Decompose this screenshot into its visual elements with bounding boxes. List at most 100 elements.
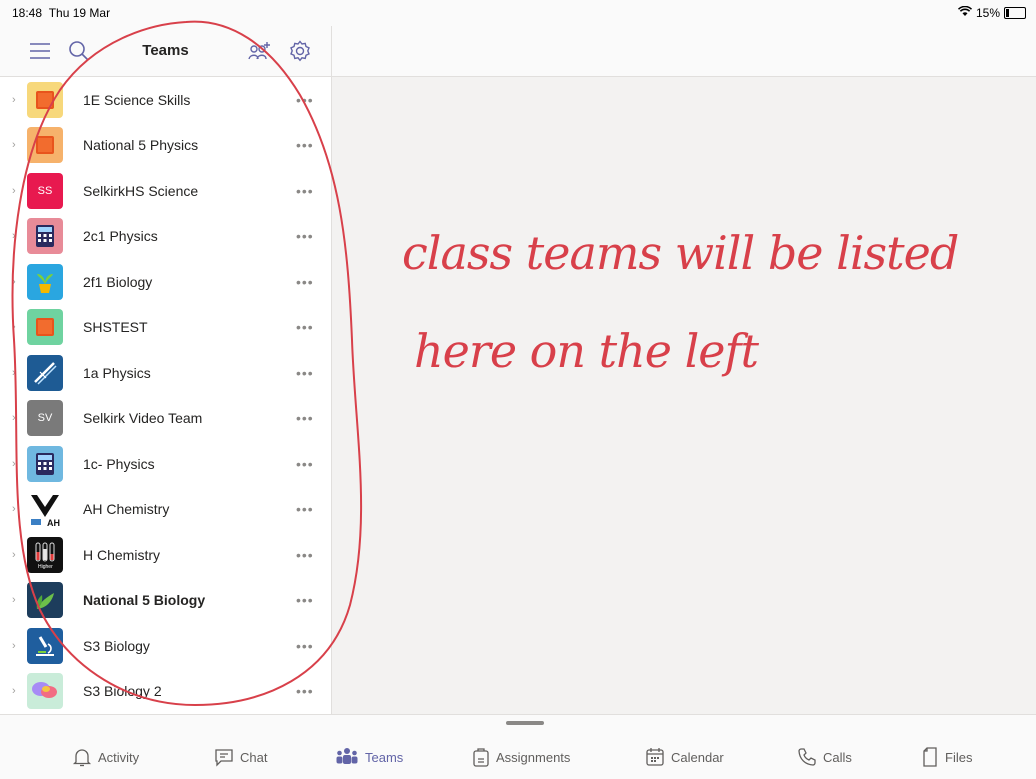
more-options-icon[interactable]: •••: [296, 365, 314, 381]
team-row[interactable]: › SS SelkirkHS Science •••: [0, 168, 331, 214]
more-options-icon[interactable]: •••: [296, 319, 314, 335]
team-row[interactable]: › 2c1 Physics •••: [0, 214, 331, 260]
team-row[interactable]: › 1E Science Skills •••: [0, 77, 331, 123]
settings-gear-icon[interactable]: [287, 38, 313, 64]
nav-label: Calls: [823, 749, 852, 765]
ruler-icon: [32, 360, 58, 386]
annotation-line-2: here on the left: [414, 324, 759, 378]
nav-calls[interactable]: Calls: [797, 747, 852, 767]
nav-label: Chat: [240, 749, 268, 765]
team-row[interactable]: › AH AH Chemistry •••: [0, 487, 331, 533]
chemistry-logo-icon: AH: [27, 491, 63, 527]
team-row[interactable]: › S3 Biology •••: [0, 623, 331, 669]
status-right: 15%: [957, 5, 1026, 20]
chevron-right-icon[interactable]: ›: [12, 549, 16, 561]
team-name: 2f1 Biology: [83, 273, 153, 290]
orange-square-icon: [35, 135, 55, 155]
bottom-navigation: Activity Chat Teams Assignments Calendar Call…: [0, 714, 1036, 779]
team-avatar: Higher: [27, 536, 63, 573]
assignments-icon: [472, 747, 490, 767]
nav-teams[interactable]: Teams: [335, 747, 403, 767]
team-name: AH Chemistry: [83, 501, 170, 518]
annotation-line-1: class teams will be listed: [402, 226, 959, 280]
chevron-right-icon[interactable]: ›: [12, 139, 16, 151]
nav-assignments[interactable]: Assignments: [472, 747, 570, 767]
nav-files[interactable]: Files: [921, 747, 972, 767]
team-avatar: SS: [27, 172, 63, 209]
nav-chat[interactable]: Chat: [214, 747, 267, 767]
team-avatar: AH: [27, 491, 63, 528]
team-row[interactable]: › 2f1 Biology •••: [0, 259, 331, 305]
chevron-right-icon[interactable]: ›: [12, 594, 16, 606]
more-options-icon[interactable]: •••: [296, 501, 314, 517]
chevron-right-icon[interactable]: ›: [12, 321, 16, 333]
team-row[interactable]: › SV Selkirk Video Team •••: [0, 396, 331, 442]
drag-handle[interactable]: [506, 721, 544, 725]
page-title: Teams: [142, 42, 189, 59]
team-list: › 1E Science Skills ••• › National 5 Physics…: [0, 77, 331, 714]
test-tubes-icon: Higher: [30, 540, 60, 570]
team-name: 1E Science Skills: [83, 91, 191, 108]
nav-activity[interactable]: Activity: [72, 747, 139, 767]
chevron-right-icon[interactable]: ›: [12, 458, 16, 470]
team-name: 1c- Physics: [83, 455, 155, 472]
chevron-right-icon[interactable]: ›: [12, 503, 16, 515]
calendar-icon: [645, 747, 665, 767]
teams-pane: Teams › 1E Science Skills ••• › National 5 P…: [0, 26, 332, 714]
content-header: [332, 26, 1036, 77]
chevron-right-icon[interactable]: ›: [12, 412, 16, 424]
more-options-icon[interactable]: •••: [296, 683, 314, 699]
more-options-icon[interactable]: •••: [296, 274, 314, 290]
chevron-right-icon[interactable]: ›: [12, 276, 16, 288]
team-avatar: [27, 263, 63, 300]
team-row[interactable]: › 1a Physics •••: [0, 350, 331, 396]
team-name: 2c1 Physics: [83, 228, 158, 245]
more-options-icon[interactable]: •••: [296, 410, 314, 426]
more-options-icon[interactable]: •••: [296, 92, 314, 108]
nav-label: Teams: [365, 749, 404, 765]
teams-header: Teams: [0, 26, 331, 77]
more-options-icon[interactable]: •••: [296, 638, 314, 654]
chevron-right-icon[interactable]: ›: [12, 185, 16, 197]
team-avatar: [27, 445, 63, 482]
chevron-right-icon[interactable]: ›: [12, 367, 16, 379]
more-options-icon[interactable]: •••: [296, 228, 314, 244]
nav-label: Activity: [98, 749, 140, 765]
orange-square-icon: [35, 317, 55, 337]
team-avatar: [27, 309, 63, 346]
chevron-right-icon[interactable]: ›: [12, 230, 16, 242]
team-avatar: [27, 218, 63, 255]
chevron-right-icon[interactable]: ›: [12, 685, 16, 697]
status-bar: 18:48 Thu 19 Mar 15%: [0, 0, 1036, 26]
more-options-icon[interactable]: •••: [296, 137, 314, 153]
team-avatar: [27, 127, 63, 164]
team-avatar: SV: [27, 400, 63, 437]
nav-label: Calendar: [671, 749, 724, 765]
content-pane: class teams will be listed here on the l…: [332, 26, 1036, 714]
add-team-icon[interactable]: [247, 38, 273, 64]
chevron-right-icon[interactable]: ›: [12, 640, 16, 652]
status-time: 18:48: [12, 6, 43, 20]
chat-icon: [214, 747, 234, 767]
more-options-icon[interactable]: •••: [296, 547, 314, 563]
team-name: National 5 Physics: [83, 137, 199, 154]
team-avatar: [27, 81, 63, 118]
more-options-icon[interactable]: •••: [296, 456, 314, 472]
more-options-icon[interactable]: •••: [296, 183, 314, 199]
chevron-right-icon[interactable]: ›: [12, 94, 16, 106]
team-row[interactable]: › SHSTEST •••: [0, 305, 331, 351]
team-row[interactable]: › Higher H Chemistry •••: [0, 532, 331, 578]
plant-pot-icon: [34, 270, 56, 294]
nav-calendar[interactable]: Calendar: [645, 747, 724, 767]
phone-icon: [797, 747, 817, 767]
more-options-icon[interactable]: •••: [296, 592, 314, 608]
team-row[interactable]: › National 5 Physics •••: [0, 123, 331, 169]
svg-text:Higher: Higher: [38, 564, 53, 570]
team-avatar: [27, 582, 63, 619]
team-row[interactable]: › 1c- Physics •••: [0, 441, 331, 487]
team-avatar: [27, 673, 63, 710]
team-name: S3 Biology: [83, 637, 150, 654]
team-row[interactable]: › S3 Biology 2 •••: [0, 669, 331, 715]
battery-icon: [1004, 7, 1026, 19]
team-row[interactable]: › National 5 Biology •••: [0, 578, 331, 624]
